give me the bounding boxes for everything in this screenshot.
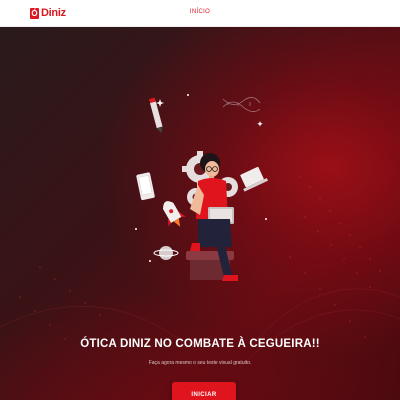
top-navbar: Ó Diniz INÍCIO: [0, 0, 400, 27]
hero-headline: ÓTICA DINIZ NO COMBATE À CEGUEIRA!!: [80, 338, 320, 350]
dna-icon: [222, 97, 261, 112]
planet-icon: [153, 246, 179, 260]
person-with-laptop-illustration: [135, 94, 269, 281]
hero-section: ÓTICA DINIZ NO COMBATE À CEGUEIRA!! Faça…: [0, 27, 400, 400]
rocket-icon: [163, 201, 186, 227]
start-button[interactable]: INICIAR: [172, 382, 236, 400]
nav-link-home[interactable]: INÍCIO: [0, 9, 400, 15]
tablet-icon: [136, 172, 155, 201]
hero-subtitle: Faça agora mesmo o seu teste visual grat…: [148, 360, 252, 366]
laptop-icon: [240, 166, 269, 192]
